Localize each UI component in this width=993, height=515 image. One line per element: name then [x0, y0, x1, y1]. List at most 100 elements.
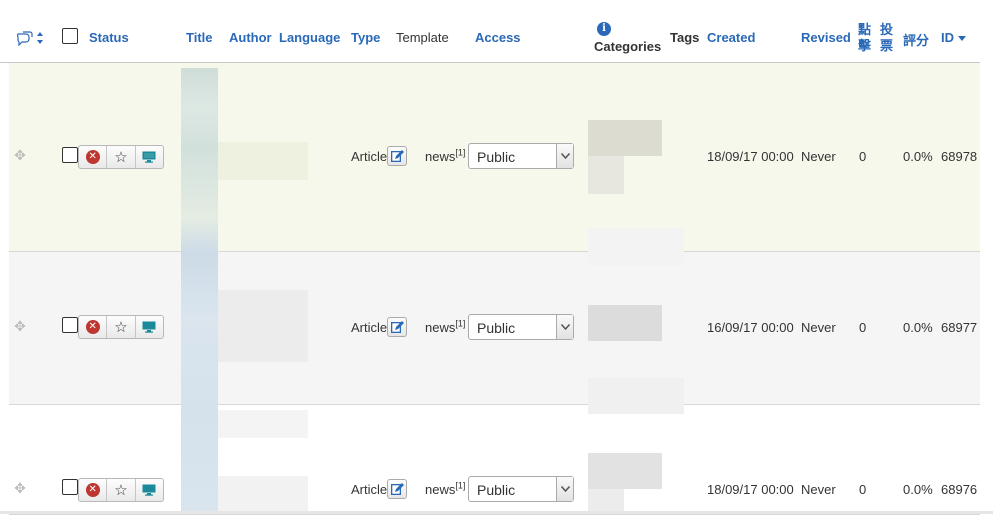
column-title[interactable]: Title: [186, 30, 213, 45]
chevron-down-icon: [556, 477, 573, 501]
created-cell: 18/09/17 00:00: [707, 482, 794, 497]
access-value: Public: [477, 482, 516, 498]
author-redacted: [218, 142, 308, 180]
template-cell[interactable]: news[1]: [425, 147, 466, 164]
column-rating[interactable]: 評分: [903, 30, 929, 49]
edit-icon: [391, 150, 404, 162]
sort-desc-icon: [958, 36, 966, 42]
chevron-down-icon: [556, 144, 573, 168]
type-cell: Article: [351, 320, 388, 335]
ordering-icon[interactable]: [16, 30, 46, 46]
author-redacted: [218, 476, 308, 512]
template-name: news: [425, 320, 456, 335]
drag-handle-icon[interactable]: ✥: [13, 481, 27, 495]
column-template: Template: [396, 30, 449, 45]
hits-cell: 0: [859, 482, 867, 497]
category-redacted: [588, 156, 624, 194]
category-redacted: [588, 378, 684, 414]
revised-cell: Never: [801, 149, 836, 164]
edit-template-button[interactable]: [387, 479, 407, 499]
created-cell: 18/09/17 00:00: [707, 149, 794, 164]
author-redacted: [218, 290, 308, 362]
monitor-icon: [142, 484, 156, 496]
rating-cell: 0.0%: [903, 482, 933, 497]
unpublish-icon: ✕: [85, 320, 100, 334]
frontend-button[interactable]: [136, 146, 163, 168]
column-categories: Categories: [594, 39, 662, 54]
row-checkbox[interactable]: [62, 317, 78, 333]
edit-template-button[interactable]: [387, 317, 407, 337]
created-cell: 16/09/17 00:00: [707, 320, 794, 335]
access-select[interactable]: Public: [468, 143, 574, 169]
drag-handle-icon[interactable]: ✥: [13, 319, 27, 333]
row-checkbox[interactable]: [62, 479, 78, 495]
hits-cell: 0: [859, 320, 867, 335]
column-id-label: ID: [941, 30, 954, 45]
category-redacted: [588, 305, 662, 341]
column-access[interactable]: Access: [475, 30, 521, 45]
template-count: [1]: [455, 480, 466, 491]
star-icon: ☆: [114, 148, 128, 166]
table-header: Status Title Author Language Type Templa…: [0, 0, 980, 63]
monitor-icon: [142, 151, 156, 163]
rating-cell: 0.0%: [903, 149, 933, 164]
row-checkbox[interactable]: [62, 147, 78, 163]
access-select[interactable]: Public: [468, 476, 574, 502]
type-cell: Article: [351, 482, 388, 497]
revised-cell: Never: [801, 482, 836, 497]
column-type[interactable]: Type: [351, 30, 380, 45]
featured-button[interactable]: ☆: [107, 479, 136, 501]
drag-handle-icon[interactable]: ✥: [13, 148, 27, 162]
edit-template-button[interactable]: [387, 146, 407, 166]
access-select[interactable]: Public: [468, 314, 574, 340]
category-redacted: [588, 228, 684, 266]
column-language[interactable]: Language: [279, 30, 340, 45]
id-cell: 68977: [941, 320, 978, 335]
frontend-button[interactable]: [136, 316, 163, 338]
info-icon[interactable]: i: [597, 22, 611, 36]
template-count: [1]: [455, 318, 466, 329]
category-redacted: [588, 453, 662, 489]
column-tags: Tags: [670, 30, 700, 45]
column-revised[interactable]: Revised: [801, 30, 851, 45]
column-id[interactable]: ID: [941, 30, 966, 45]
id-cell: 68978: [941, 149, 978, 164]
column-created[interactable]: Created: [707, 30, 755, 45]
star-icon: ☆: [114, 318, 128, 336]
featured-button[interactable]: ☆: [107, 316, 136, 338]
author-redacted: [218, 410, 308, 438]
template-cell[interactable]: news[1]: [425, 318, 466, 335]
status-button-group: ✕ ☆: [78, 315, 164, 339]
featured-button[interactable]: ☆: [107, 146, 136, 168]
unpublish-button[interactable]: ✕: [79, 479, 108, 501]
edit-icon: [391, 321, 404, 333]
template-cell[interactable]: news[1]: [425, 480, 466, 497]
category-redacted: [588, 120, 662, 156]
star-icon: ☆: [114, 481, 128, 499]
unpublish-button[interactable]: ✕: [79, 316, 108, 338]
column-status[interactable]: Status: [89, 30, 129, 45]
edit-icon: [391, 483, 404, 495]
frontend-button[interactable]: [136, 479, 163, 501]
unpublish-icon: ✕: [85, 483, 100, 497]
chevron-down-icon: [556, 315, 573, 339]
type-cell: Article: [351, 149, 388, 164]
template-count: [1]: [455, 147, 466, 158]
id-cell: 68976: [941, 482, 978, 497]
rating-cell: 0.0%: [903, 320, 933, 335]
column-author[interactable]: Author: [229, 30, 272, 45]
column-votes[interactable]: 投票: [880, 22, 896, 54]
access-value: Public: [477, 149, 516, 165]
revised-cell: Never: [801, 320, 836, 335]
unpublish-icon: ✕: [85, 150, 100, 164]
template-name: news: [425, 149, 456, 164]
column-hits[interactable]: 點擊: [858, 22, 874, 54]
template-name: news: [425, 482, 456, 497]
title-redacted: [181, 68, 218, 511]
status-button-group: ✕ ☆: [78, 145, 164, 169]
unpublish-button[interactable]: ✕: [79, 146, 108, 168]
hits-cell: 0: [859, 149, 867, 164]
category-redacted: [588, 489, 624, 511]
access-value: Public: [477, 320, 516, 336]
select-all-checkbox[interactable]: [62, 28, 78, 44]
